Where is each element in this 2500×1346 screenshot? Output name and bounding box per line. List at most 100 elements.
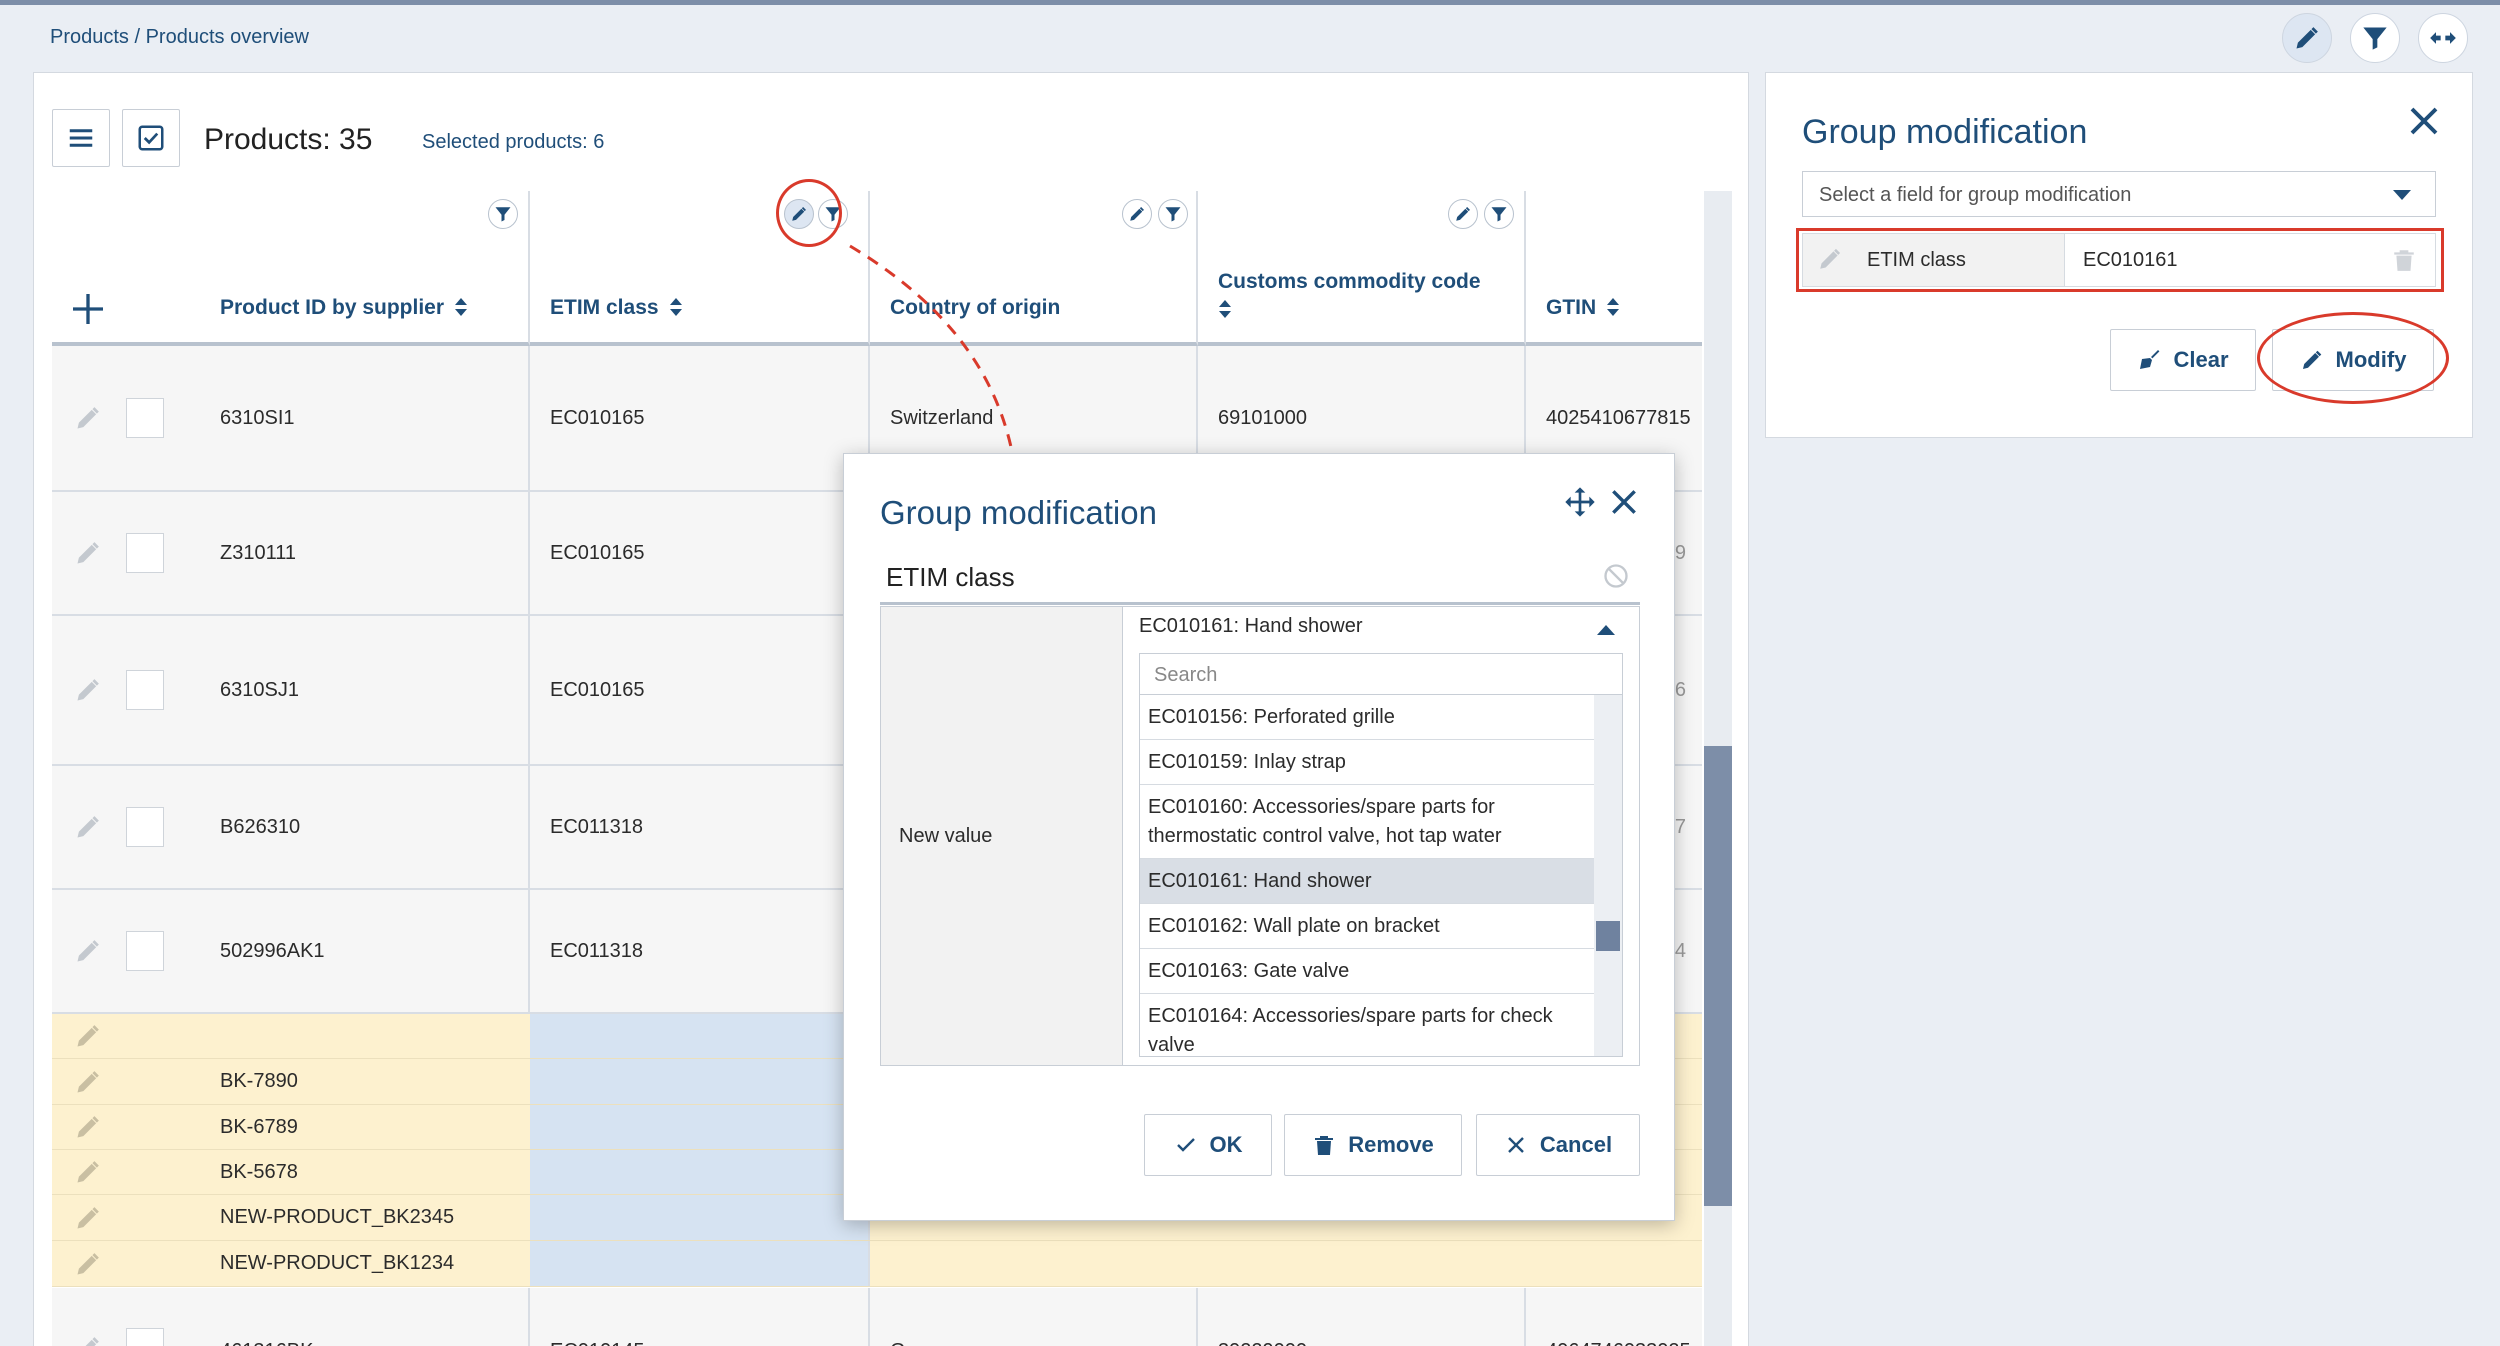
cell-etim-class[interactable] [530,1014,870,1058]
ok-button[interactable]: OK [1144,1114,1272,1176]
column-filter-button[interactable] [818,199,848,229]
row-edit-icon[interactable] [74,1158,102,1186]
cell-product-id[interactable]: BK-5678 [200,1150,530,1194]
column-header-gtin[interactable]: GTIN [1526,191,1702,346]
row-edit-icon[interactable] [74,1068,102,1096]
cancel-button[interactable]: Cancel [1476,1114,1640,1176]
product-thumbnail[interactable] [126,533,164,573]
cell-customs[interactable]: 39229000 [1198,1288,1526,1346]
chevron-up-icon[interactable] [1597,625,1615,635]
cell-etim-class[interactable] [530,1150,870,1194]
sort-icon[interactable] [454,297,468,317]
product-thumbnail[interactable] [126,807,164,847]
dropdown-scrollbar[interactable] [1594,695,1622,1056]
row-edit-icon[interactable] [74,1204,102,1232]
dropdown-option-selected[interactable]: EC010161: Hand shower [1140,859,1594,904]
cell-etim-class[interactable]: EC011318 [530,766,870,888]
row-edit-icon[interactable] [74,404,102,432]
column-edit-button[interactable] [1448,199,1478,229]
cell-product-id[interactable]: 461316BK [200,1288,530,1346]
product-thumbnail[interactable] [126,1328,164,1346]
menu-button[interactable] [52,109,110,167]
modify-button[interactable]: Modify [2272,329,2434,391]
cell-country[interactable]: Germany [870,1288,1198,1346]
cell-product-id[interactable]: 502996AK1 [200,890,530,1012]
column-header-product-id[interactable]: Product ID by supplier [52,191,530,346]
cell-product-id[interactable]: B626310 [200,766,530,888]
column-edit-button[interactable] [784,199,814,229]
row-edit-icon[interactable] [74,1113,102,1141]
breadcrumb[interactable]: Products / Products overview [50,26,309,49]
cell-product-id[interactable]: 6310SJ1 [200,616,530,764]
selected-value[interactable]: EC010161: Hand shower [1139,615,1362,638]
cell-etim-class[interactable] [530,1195,870,1240]
dropdown-option[interactable]: EC010164: Accessories/spare parts for ch… [1140,994,1594,1056]
dialog-field-name: ETIM class [886,562,1015,592]
cell-etim-class[interactable]: EC010165 [530,616,870,764]
move-icon[interactable] [1564,486,1596,518]
sort-icon[interactable] [669,297,683,317]
dropdown-options-list[interactable]: EC010156: Perforated grille EC010159: In… [1139,695,1623,1057]
cell-product-id[interactable]: Z310111 [200,492,530,614]
dropdown-option[interactable]: EC010159: Inlay strap [1140,740,1594,785]
column-header-customs[interactable]: Customs commodity code [1198,191,1526,346]
close-icon[interactable] [1608,486,1640,518]
dropdown-search-input[interactable]: Search [1139,653,1623,695]
cell-product-id[interactable]: BK-7890 [200,1059,530,1104]
column-header-country[interactable]: Country of origin [870,191,1198,346]
close-icon[interactable] [2406,103,2442,139]
column-filter-button[interactable] [1158,199,1188,229]
clear-button[interactable]: Clear [2110,329,2256,391]
cell-product-id[interactable]: NEW-PRODUCT_BK1234 [200,1241,530,1286]
cell-etim-class[interactable] [530,1059,870,1104]
dropdown-option[interactable]: EC010160: Accessories/spare parts for th… [1140,785,1594,859]
edit-mode-button[interactable] [2282,13,2332,63]
remove-button[interactable]: Remove [1284,1114,1462,1176]
row-edit-icon[interactable] [74,676,102,704]
product-thumbnail[interactable] [126,670,164,710]
column-edit-button[interactable] [1122,199,1152,229]
table-row[interactable]: 461316BK EC010145 Germany 39229000 40647… [52,1288,1702,1346]
add-product-icon[interactable] [68,289,108,329]
cell-etim-class[interactable] [530,1105,870,1149]
sort-icon[interactable] [1606,297,1620,317]
row-edit-icon[interactable] [74,1022,102,1050]
sort-icon[interactable] [1218,299,1232,319]
dropdown-option[interactable]: EC010163: Gate valve [1140,949,1594,994]
clear-value-icon[interactable] [1602,562,1630,590]
cell-etim-class[interactable]: EC011318 [530,890,870,1012]
row-edit-icon[interactable] [74,1250,102,1278]
divider [880,602,1640,605]
cell-etim-class[interactable]: EC010145 [530,1288,870,1346]
table-scrollbar-thumb[interactable] [1704,746,1732,1206]
row-edit-icon[interactable] [74,937,102,965]
cell-product-id[interactable]: NEW-PRODUCT_BK2345 [200,1195,530,1240]
cell-product-id[interactable]: BK-6789 [200,1105,530,1149]
modify-button-label: Modify [2335,347,2407,372]
field-select-dropdown[interactable]: Select a field for group modification [1802,171,2436,217]
column-filter-button[interactable] [1484,199,1514,229]
cell-etim-class[interactable] [530,1241,870,1286]
table-scrollbar[interactable] [1704,191,1732,1346]
row-edit-icon[interactable] [74,1334,102,1346]
select-all-button[interactable] [122,109,180,167]
product-thumbnail[interactable] [126,931,164,971]
product-thumbnail[interactable] [126,398,164,438]
new-product-row[interactable]: NEW-PRODUCT_BK1234 [52,1241,1702,1287]
filter-button[interactable] [2350,13,2400,63]
products-count-title: Products: 35 [204,123,373,156]
broom-icon [2140,350,2160,369]
cell-etim-class[interactable]: EC010165 [530,346,870,490]
cell-product-id[interactable] [200,1014,530,1058]
cell-etim-class[interactable]: EC010165 [530,492,870,614]
row-edit-icon[interactable] [74,813,102,841]
dropdown-scrollbar-thumb[interactable] [1596,921,1620,951]
cell-product-id[interactable]: 6310SI1 [200,346,530,490]
column-header-etim-class[interactable]: ETIM class [530,191,870,346]
row-edit-icon[interactable] [74,539,102,567]
column-filter-button[interactable] [488,199,518,229]
dropdown-option[interactable]: EC010156: Perforated grille [1140,695,1594,740]
cell-gtin[interactable]: 4064746033025 [1526,1288,1702,1346]
dropdown-option[interactable]: EC010162: Wall plate on bracket [1140,904,1594,949]
expand-width-button[interactable] [2418,13,2468,63]
